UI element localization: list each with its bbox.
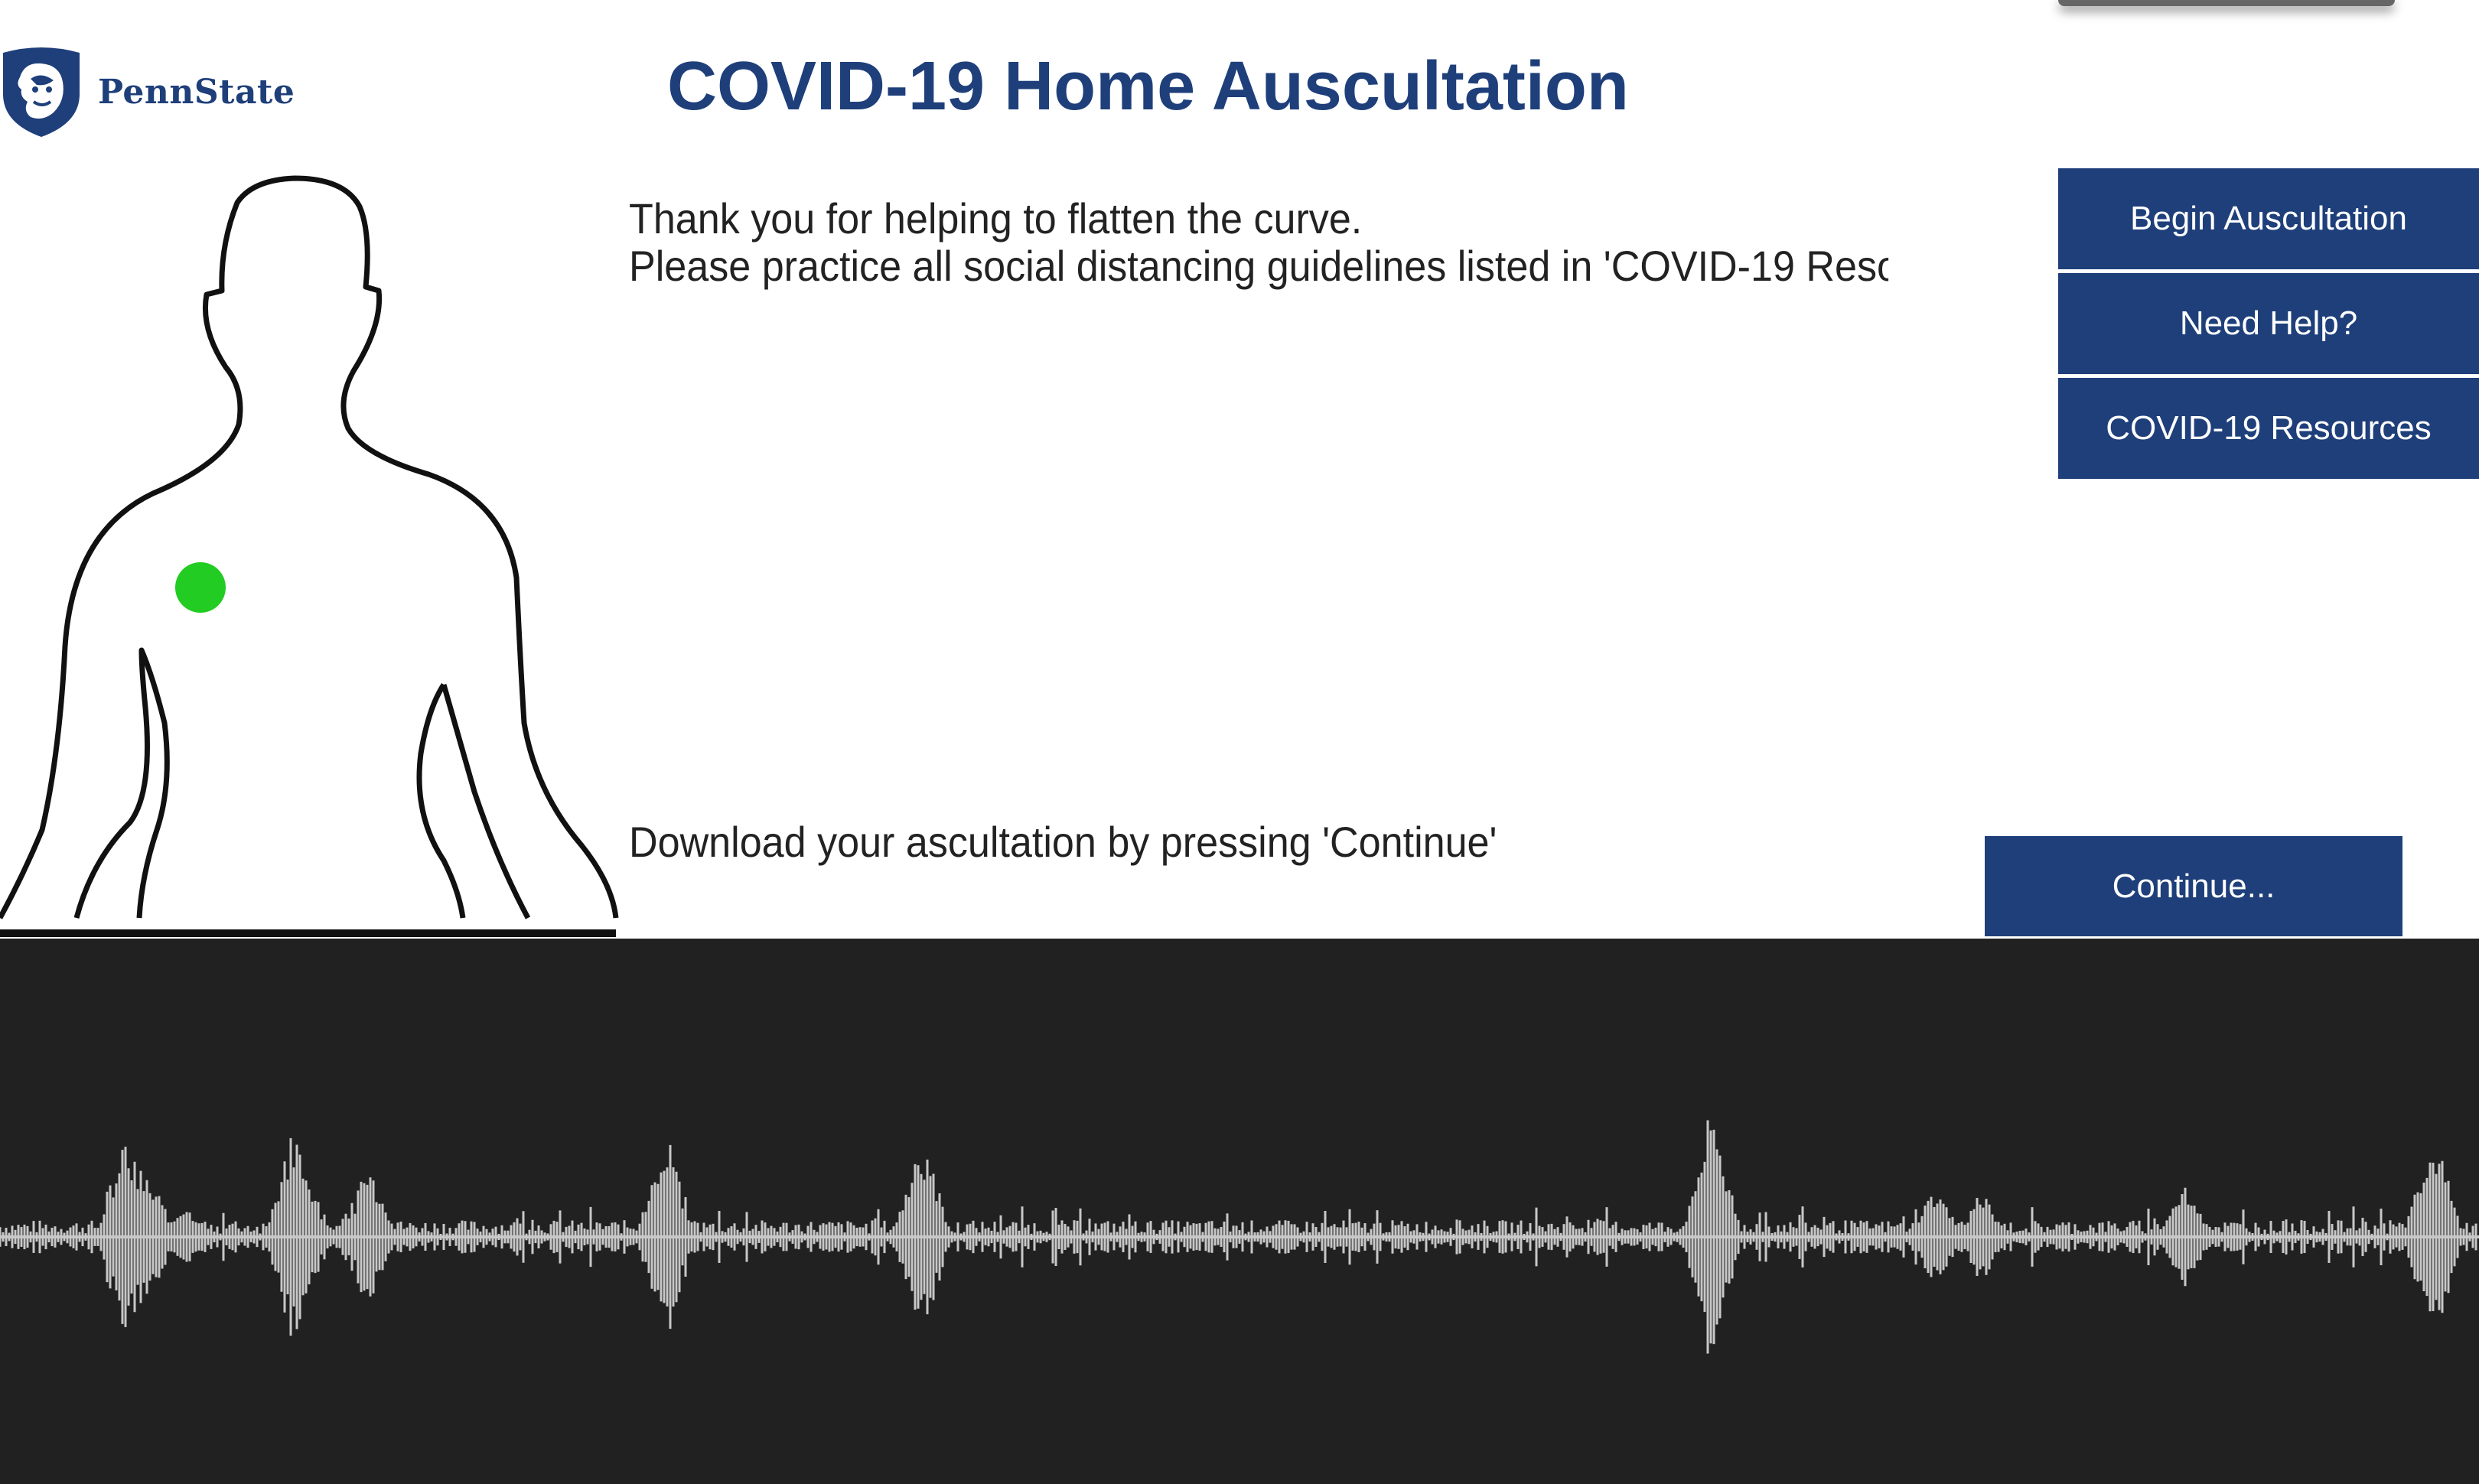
body-outline — [0, 175, 619, 919]
left-arm-inner-outline — [73, 647, 170, 919]
instruction-message: Thank you for helping to flatten the cur… — [629, 195, 1888, 290]
right-arm-inner-outline — [416, 683, 531, 919]
auscultation-point-marker[interactable] — [175, 562, 226, 613]
audio-waveform — [0, 1120, 2479, 1354]
message-line-2: Please practice all social distancing gu… — [629, 242, 1889, 290]
message-line-1: Thank you for helping to flatten the cur… — [629, 195, 1363, 242]
logo-text: PennState — [98, 72, 295, 112]
penn-state-logo: PennState — [0, 46, 295, 138]
download-instruction: Download your ascultation by pressing 'C… — [629, 818, 1497, 866]
body-outline-figure — [0, 175, 619, 937]
waveform-panel — [0, 939, 2479, 1484]
top-window-shadow — [2058, 0, 2395, 6]
covid-resources-button[interactable]: COVID-19 Resources — [2058, 378, 2479, 479]
page-title: COVID-19 Home Auscultation — [667, 48, 1629, 125]
penn-state-shield-icon — [3, 47, 80, 137]
begin-auscultation-button[interactable]: Begin Auscultation — [2058, 168, 2479, 269]
need-help-button[interactable]: Need Help? — [2058, 273, 2479, 374]
continue-button[interactable]: Continue... — [1985, 836, 2402, 936]
